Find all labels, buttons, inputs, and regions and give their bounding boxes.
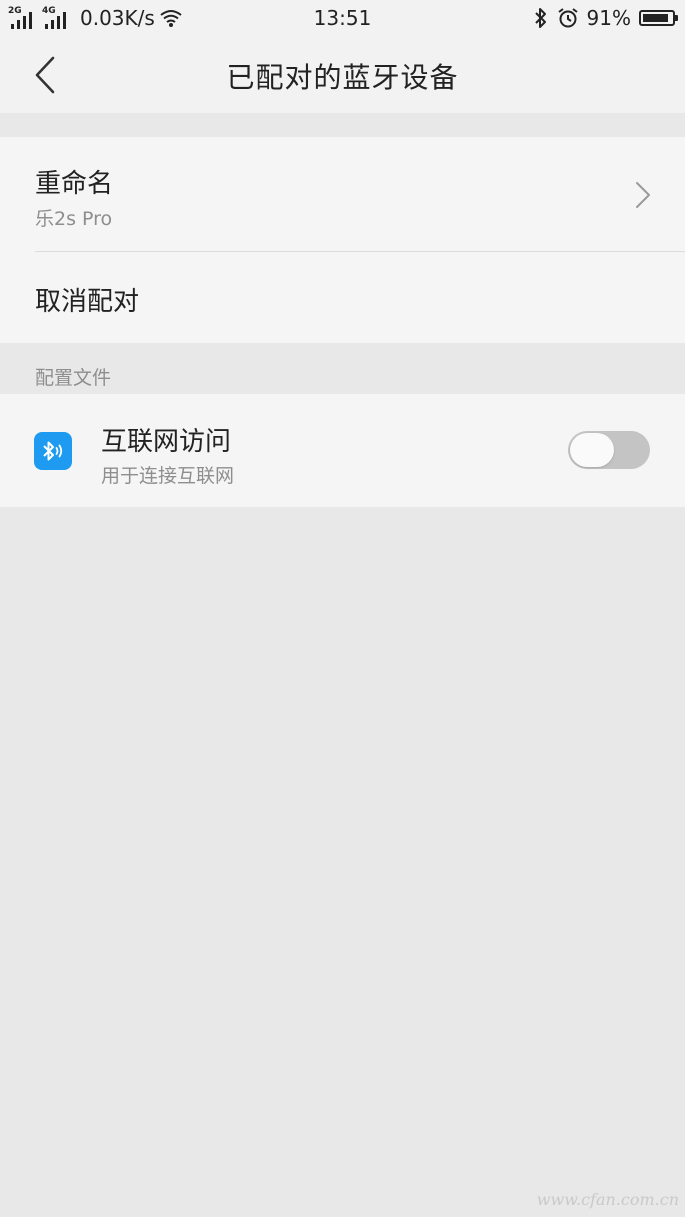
chevron-right-icon — [636, 182, 650, 208]
profile-subtitle: 用于连接互联网 — [101, 465, 235, 487]
status-right: 91% — [533, 4, 678, 32]
unpair-row[interactable]: 取消配对 — [0, 252, 685, 343]
bluetooth-icon — [34, 432, 72, 470]
profiles-card: 互联网访问 用于连接互联网 — [0, 394, 685, 507]
battery-icon — [639, 10, 678, 26]
device-name: 乐2s Pro — [35, 208, 113, 230]
device-actions-card: 重命名 乐2s Pro 取消配对 — [0, 137, 685, 343]
alarm-icon — [557, 8, 578, 28]
toggle-knob — [570, 433, 614, 467]
unpair-label: 取消配对 — [35, 287, 140, 317]
bluetooth-status-icon — [534, 8, 546, 28]
watermark-logo: www.cfan.com.cn — [536, 1190, 679, 1209]
rename-label: 重命名 — [35, 169, 114, 199]
profile-title: 互联网访问 — [101, 427, 232, 457]
battery-level-fill — [643, 14, 668, 22]
profiles-section-label: 配置文件 — [35, 367, 112, 389]
rename-row[interactable]: 重命名 乐2s Pro — [0, 137, 685, 251]
profile-row-internet-access[interactable]: 互联网访问 用于连接互联网 — [0, 394, 685, 507]
battery-percent: 91% — [586, 6, 631, 30]
app-header: 已配对的蓝牙设备 — [0, 36, 685, 113]
page-title: 已配对的蓝牙设备 — [226, 61, 459, 94]
status-bar: 2G 4G 0.03K/s 13:51 91% — [0, 0, 685, 36]
internet-access-toggle[interactable] — [568, 431, 650, 469]
